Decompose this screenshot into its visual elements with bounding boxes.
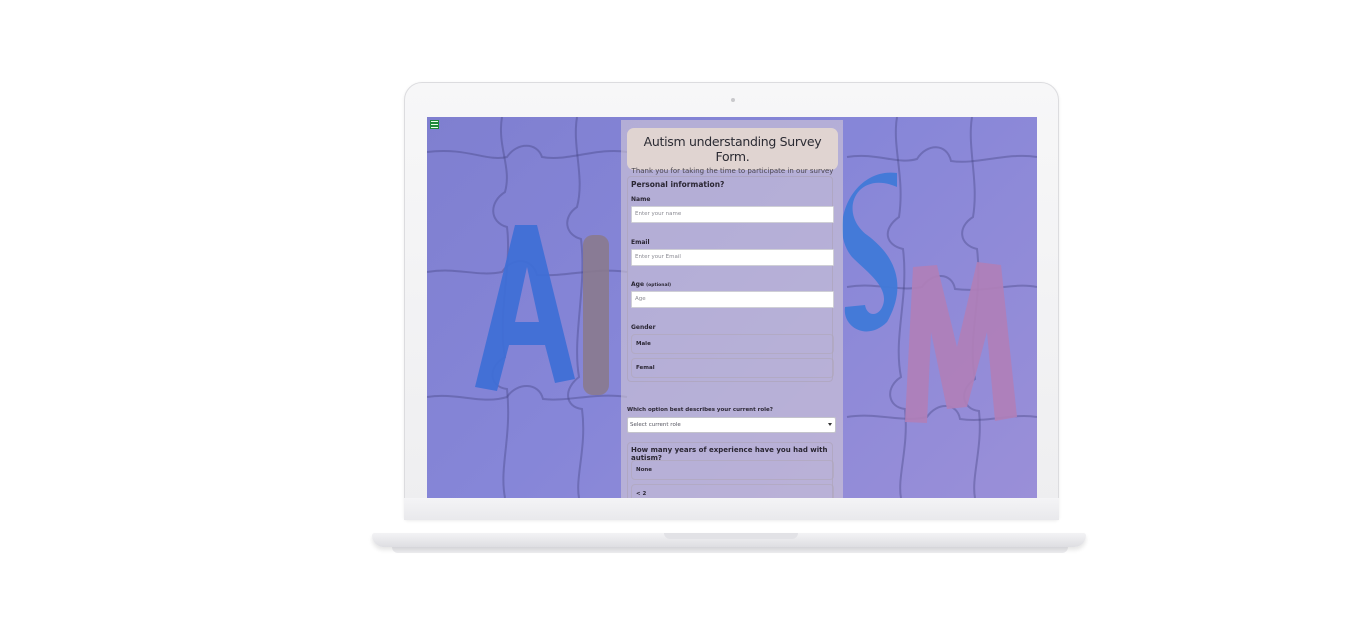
laptop-screen: Autism understanding Survey Form. Thank … [427, 117, 1037, 498]
laptop-chin [404, 498, 1059, 520]
letter-a-shape [475, 225, 575, 391]
name-label: Name [631, 196, 651, 203]
age-label: Age (optional) [631, 281, 671, 288]
email-label: Email [631, 239, 650, 246]
camera-dot [731, 98, 735, 102]
experience-option-none[interactable]: None [631, 460, 834, 480]
letter-u-shape [583, 235, 609, 395]
name-input[interactable]: Enter your name [631, 206, 834, 223]
age-label-text: Age [631, 281, 645, 288]
letter-s-shape [842, 172, 898, 332]
email-input[interactable]: Enter your Email [631, 249, 834, 266]
letter-m-shape [905, 262, 1017, 423]
hamburger-menu-icon[interactable] [430, 120, 439, 129]
form-title: Autism understanding Survey Form. [643, 134, 822, 164]
age-optional-text: (optional) [646, 283, 672, 288]
survey-form: Autism understanding Survey Form. Thank … [621, 120, 843, 498]
role-select-value: Select current role [630, 422, 681, 428]
personal-info-label: Personal information? [631, 180, 725, 189]
role-question: Which option best describes your current… [627, 407, 773, 413]
laptop-base-notch [664, 533, 798, 539]
experience-option-lt2[interactable]: < 2 [631, 484, 834, 498]
role-select[interactable]: Select current role [627, 417, 836, 433]
age-input[interactable]: Age [631, 291, 834, 308]
laptop-base-shadow [392, 547, 1068, 553]
gender-label: Gender [631, 324, 656, 331]
gender-option-male[interactable]: Male [631, 334, 834, 354]
chevron-down-icon [828, 423, 832, 426]
form-header: Autism understanding Survey Form. Thank … [627, 128, 838, 175]
gender-option-female[interactable]: Femal [631, 358, 834, 378]
form-subtitle: Thank you for taking the time to partici… [631, 167, 834, 175]
